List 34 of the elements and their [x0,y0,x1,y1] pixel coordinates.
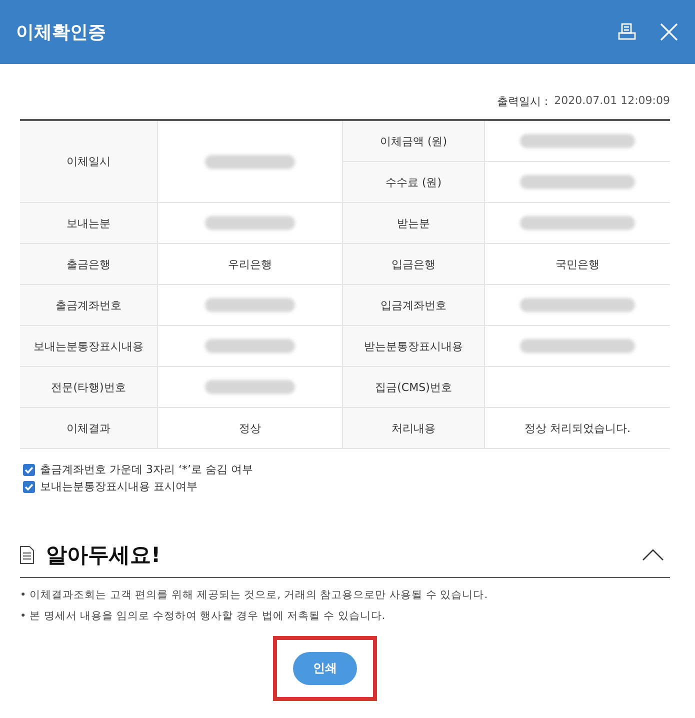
printed-at-label: 출력일시 : [496,94,548,109]
printed-at-value: 2020.07.01 12:09:09 [554,94,670,109]
section-title: 알아두세요! [46,542,161,569]
table-header-cell: 전문(타행)번호 [20,367,158,407]
printer-icon[interactable] [617,22,637,42]
checkbox-label: 출금계좌번호 가운데 3자리 ‘*’로 숨김 여부 [40,462,253,477]
table-cell: 정상 [239,420,261,436]
table-header-cell: 이체일시 [20,121,158,202]
document-icon [20,546,34,564]
table-header-cell: 처리내용 [343,408,485,448]
table-header-cell: 출금계좌번호 [20,285,158,325]
notice-text: • 본 명세서 내용을 임의로 수정하여 행사할 경우 법에 저촉될 수 있습니다. [20,609,386,623]
checkbox[interactable] [23,480,35,492]
table-header-cell: 수수료 (원) [343,162,485,202]
chevron-up-icon[interactable] [642,549,664,561]
table-header-cell: 받는분통장표시내용 [343,326,485,366]
window-title: 이체확인증 [16,21,106,44]
table-header-cell: 입금계좌번호 [343,285,485,325]
table-cell: 우리은행 [228,256,272,272]
checkbox-label: 보내는분통장표시내용 표시여부 [40,479,198,494]
table-header-cell: 집금(CMS)번호 [343,367,485,407]
table-header-cell: 이체결과 [20,408,158,448]
table-header-cell: 입금은행 [343,244,485,284]
table-cell: 국민은행 [556,256,600,272]
table-cell: 정상 처리되었습니다. [524,420,630,436]
close-icon[interactable] [659,22,679,42]
table-header-cell: 이체금액 (원) [343,121,485,161]
print-button[interactable]: 인쇄 [293,652,357,685]
table-header-cell: 받는분 [343,203,485,243]
checkbox[interactable] [23,464,35,476]
table-header-cell: 보내는분 [20,203,158,243]
table-header-cell: 출금은행 [20,244,158,284]
notice-text: • 이체결과조회는 고객 편의를 위해 제공되는 것으로, 거래의 참고용으로만 사용될 수 있습니다. [20,588,489,602]
table-header-cell: 보내는분통장표시내용 [20,326,158,366]
